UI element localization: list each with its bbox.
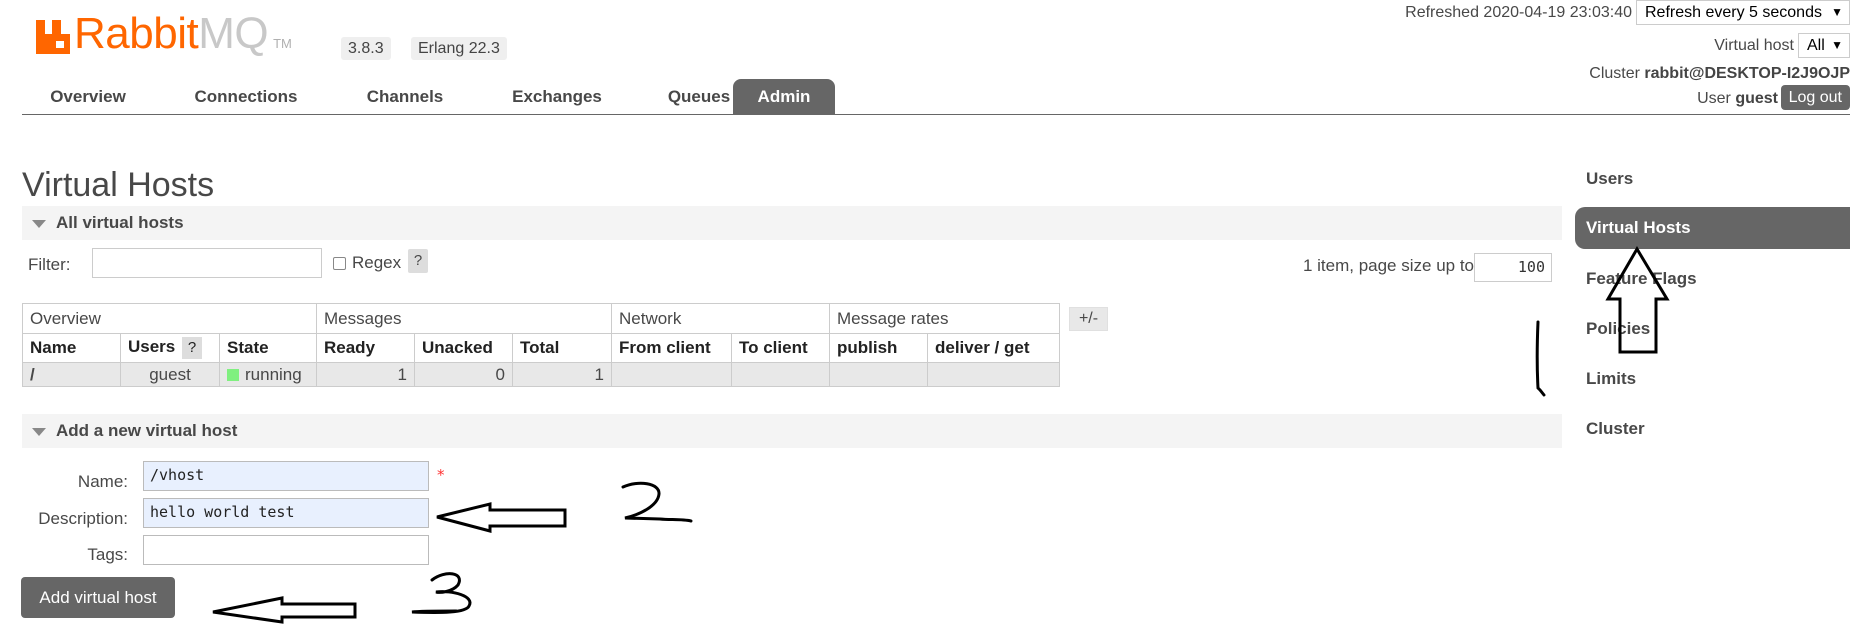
main-nav: Overview Connections Channels Exchanges … (22, 79, 1850, 115)
vhost-users: guest (120, 362, 220, 387)
column-header-from-client[interactable]: From client (611, 333, 732, 363)
description-label: Description: (38, 509, 128, 528)
sidebar-item-users[interactable]: Users (1575, 158, 1850, 200)
column-header-total[interactable]: Total (512, 333, 612, 363)
columns-toggle-button[interactable]: +/- (1069, 307, 1108, 331)
users-help-button[interactable]: ? (182, 337, 202, 359)
vhost-publish (829, 362, 928, 387)
vhost-state: running (219, 362, 317, 387)
column-header-to-client[interactable]: To client (731, 333, 830, 363)
vhost-unacked: 0 (414, 362, 513, 387)
column-header-publish[interactable]: publish (829, 333, 928, 363)
column-header-deliver-get[interactable]: deliver / get (927, 333, 1060, 363)
group-header-network: Network (611, 303, 830, 334)
tab-exchanges[interactable]: Exchanges (484, 79, 630, 115)
column-header-users[interactable]: Users ? (120, 333, 220, 363)
vhost-ready: 1 (316, 362, 415, 387)
regex-label: Regex (352, 253, 402, 272)
tab-channels[interactable]: Channels (340, 79, 470, 115)
tab-admin[interactable]: Admin (733, 79, 835, 115)
tags-label: Tags: (87, 545, 128, 564)
filter-label: Filter: (28, 255, 71, 274)
virtual-hosts-table: Overview Messages Network Message rates … (22, 303, 1060, 387)
column-header-unacked[interactable]: Unacked (414, 333, 513, 363)
required-marker: * (437, 466, 445, 484)
group-header-overview: Overview (22, 303, 317, 334)
regex-help-button[interactable]: ? (408, 249, 428, 273)
vhost-to-client (731, 362, 830, 387)
group-header-messages: Messages (316, 303, 612, 334)
version-badge: 3.8.3 (341, 37, 391, 60)
sidebar-item-feature-flags[interactable]: Feature Flags (1575, 258, 1850, 300)
name-field[interactable]: /vhost (143, 461, 429, 491)
virtual-host-label: Virtual host (1714, 37, 1794, 54)
left-arrow-annotation-description (436, 502, 567, 533)
left-arrow-annotation-button (212, 596, 357, 624)
logo-trademark: TM (273, 36, 292, 51)
sidebar-item-limits[interactable]: Limits (1575, 358, 1850, 400)
tab-overview[interactable]: Overview (22, 79, 154, 115)
table-row[interactable]: / guest running 1 0 1 (22, 362, 1060, 387)
add-virtual-host-button[interactable]: Add virtual host (21, 577, 175, 618)
all-virtual-hosts-toggle[interactable]: All virtual hosts (22, 206, 1562, 240)
regex-checkbox[interactable] (333, 257, 346, 270)
collapse-triangle-icon (32, 428, 46, 436)
vhost-deliver-get (927, 362, 1060, 387)
page-title: Virtual Hosts (22, 166, 215, 204)
running-status-icon (227, 368, 239, 381)
add-virtual-host-toggle[interactable]: Add a new virtual host (22, 414, 1562, 448)
name-label: Name: (77, 472, 128, 491)
rabbitmq-logo: RabbitMQ TM (36, 9, 292, 58)
step-one-mark (1535, 320, 1546, 397)
pagination-info: 1 item, page size up to (1302, 256, 1474, 275)
description-field[interactable]: hello world test (143, 498, 429, 528)
sidebar-item-policies[interactable]: Policies (1575, 308, 1850, 350)
step-three-mark (411, 572, 472, 614)
step-two-mark (621, 481, 693, 523)
logo-text: RabbitMQ (74, 9, 269, 58)
page-size-input[interactable]: 100 (1474, 253, 1552, 282)
tags-field[interactable] (143, 535, 429, 565)
refresh-interval-select[interactable]: Refresh every 5 seconds ▼ (1636, 0, 1850, 25)
filter-input[interactable] (92, 248, 322, 278)
sidebar-item-cluster[interactable]: Cluster (1575, 408, 1850, 450)
erlang-version-badge: Erlang 22.3 (411, 37, 507, 60)
dropdown-caret-icon: ▼ (1831, 38, 1843, 52)
rabbitmq-logo-icon (36, 20, 70, 54)
vhost-name-link[interactable]: / (22, 362, 121, 387)
collapse-triangle-icon (32, 220, 46, 228)
group-header-message-rates: Message rates (829, 303, 1060, 334)
column-header-state[interactable]: State (219, 333, 317, 363)
virtual-host-select[interactable]: All ▼ (1798, 33, 1850, 58)
tab-connections[interactable]: Connections (167, 79, 325, 115)
vhost-from-client (611, 362, 732, 387)
refreshed-timestamp: Refreshed 2020-04-19 23:03:40 (1405, 4, 1632, 21)
vhost-total: 1 (512, 362, 612, 387)
sidebar-item-virtual-hosts[interactable]: Virtual Hosts (1575, 207, 1850, 249)
column-header-name[interactable]: Name (22, 333, 121, 363)
dropdown-caret-icon: ▼ (1831, 5, 1843, 19)
column-header-ready[interactable]: Ready (316, 333, 415, 363)
